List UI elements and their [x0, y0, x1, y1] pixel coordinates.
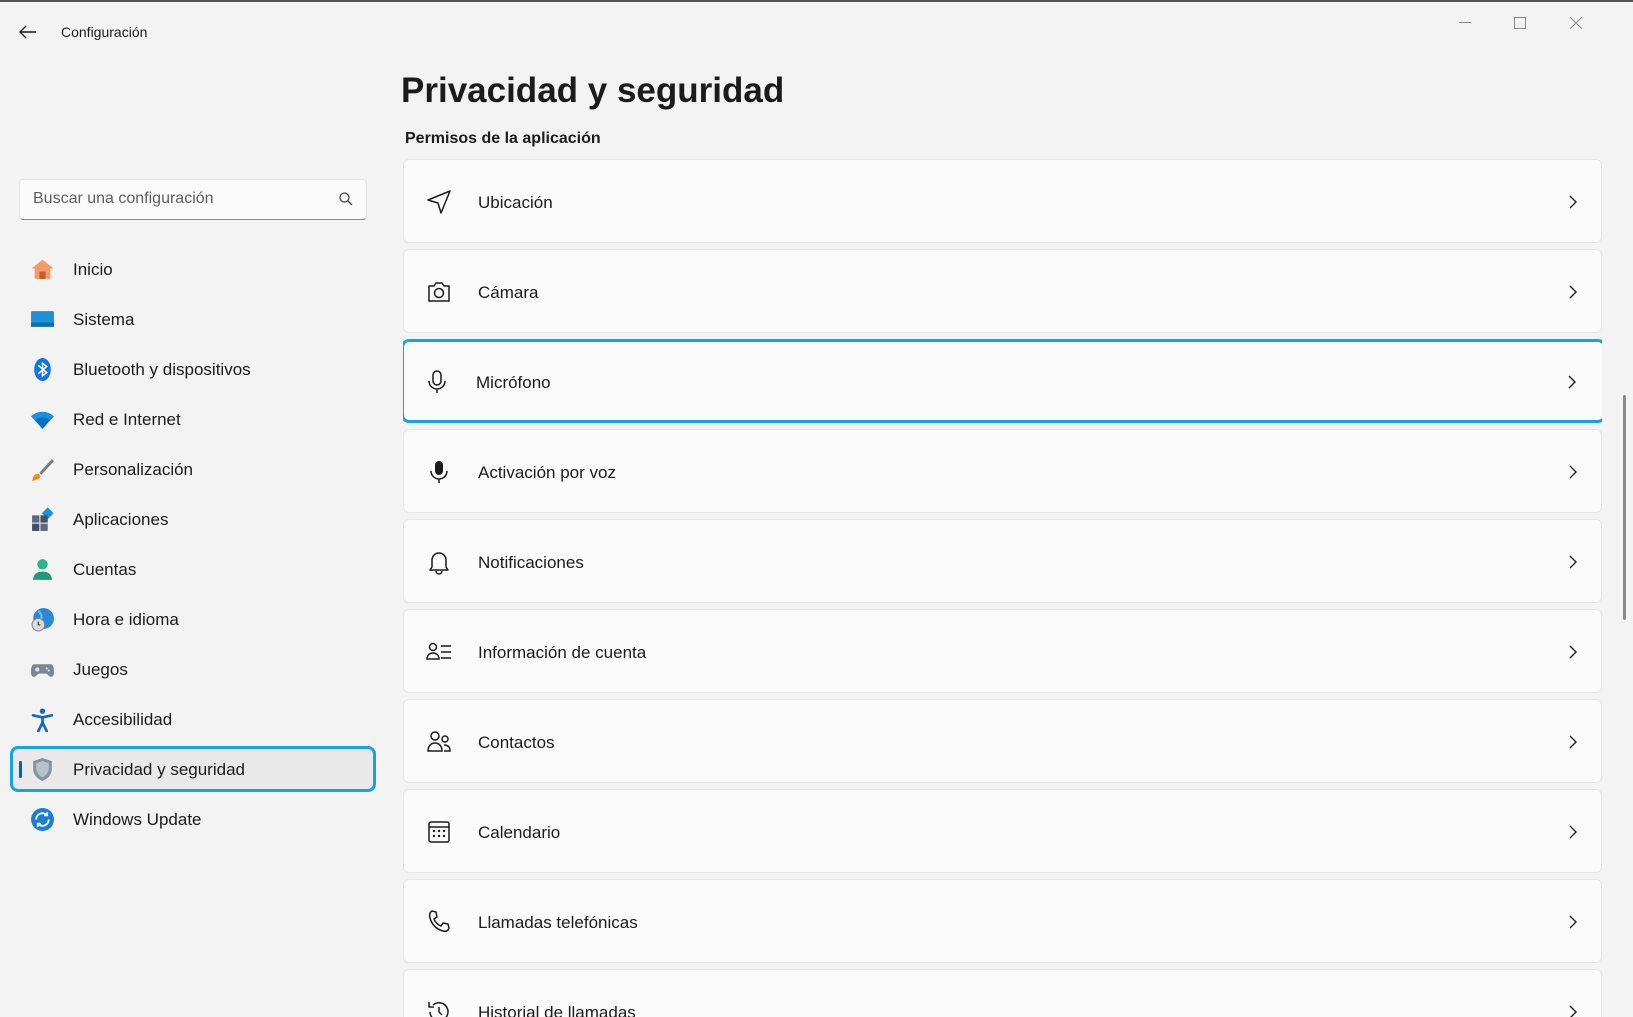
- sidebar-item-red[interactable]: Red e Internet: [10, 396, 376, 442]
- maximize-button[interactable]: [1497, 8, 1543, 38]
- apps-icon: [32, 507, 54, 531]
- sidebar-item-cuentas[interactable]: Cuentas: [10, 546, 376, 592]
- account-icon: [33, 559, 52, 580]
- time-language-icon: [31, 608, 54, 632]
- permission-label: Ubicación: [478, 193, 553, 212]
- permission-row-ubicacion[interactable]: Ubicación: [403, 159, 1602, 243]
- search-icon[interactable]: [338, 191, 354, 207]
- sidebar-item-label: Sistema: [73, 310, 135, 329]
- chevron-right-icon: [1569, 825, 1577, 839]
- sidebar-item-label: Bluetooth y dispositivos: [73, 360, 251, 379]
- chevron-right-icon: [1569, 285, 1577, 299]
- permission-row-historial-llamadas[interactable]: Historial de llamadas: [403, 969, 1602, 1017]
- chevron-right-icon: [1569, 915, 1577, 929]
- back-button[interactable]: [12, 16, 44, 48]
- permission-row-contactos[interactable]: Contactos: [403, 699, 1602, 783]
- permission-row-llamadas[interactable]: Llamadas telefónicas: [403, 879, 1602, 963]
- chevron-right-icon: [1569, 1005, 1577, 1017]
- minimize-button[interactable]: [1442, 8, 1488, 38]
- permission-row-calendario[interactable]: Calendario: [403, 789, 1602, 873]
- chevron-right-icon: [1569, 735, 1577, 749]
- voice-activation-icon: [430, 461, 448, 483]
- sidebar-item-bluetooth[interactable]: Bluetooth y dispositivos: [10, 346, 376, 392]
- update-icon: [31, 808, 54, 831]
- search-input[interactable]: [20, 180, 320, 218]
- sidebar-item-privacidad[interactable]: Privacidad y seguridad: [10, 746, 376, 792]
- app-title: Configuración: [61, 24, 148, 40]
- sidebar-item-label: Windows Update: [73, 810, 202, 829]
- gamepad-icon: [31, 664, 54, 677]
- sidebar-nav: Inicio Sistema Bluetooth y dispositivos …: [10, 246, 376, 846]
- chevron-right-icon: [1568, 375, 1576, 389]
- call-history-icon: [428, 1001, 449, 1017]
- sidebar-item-windows-update[interactable]: Windows Update: [10, 796, 376, 842]
- scrollbar[interactable]: [1623, 395, 1626, 620]
- wifi-icon: [31, 411, 54, 429]
- sidebar-item-hora[interactable]: Hora e idioma: [10, 596, 376, 642]
- permission-label: Activación por voz: [478, 463, 616, 482]
- chevron-right-icon: [1569, 645, 1577, 659]
- permission-label: Calendario: [478, 823, 561, 842]
- sidebar-item-label: Juegos: [73, 660, 128, 679]
- bell-icon: [429, 552, 449, 575]
- sidebar-item-inicio[interactable]: Inicio: [10, 246, 376, 292]
- selection-indicator: [19, 761, 22, 778]
- close-icon: [1570, 17, 1582, 29]
- sidebar-item-label: Privacidad y seguridad: [73, 760, 245, 779]
- title-bar: Configuración: [0, 2, 1633, 62]
- sidebar-item-label: Personalización: [73, 460, 194, 479]
- sidebar-item-aplicaciones[interactable]: Aplicaciones: [10, 496, 376, 542]
- contacts-icon: [427, 731, 451, 752]
- sidebar-item-sistema[interactable]: Sistema: [10, 296, 376, 342]
- permission-label: Notificaciones: [478, 553, 584, 572]
- microphone-icon: [428, 370, 446, 393]
- phone-icon: [428, 910, 450, 933]
- permission-row-microfono[interactable]: Micrófono: [403, 339, 1602, 423]
- accessibility-icon: [31, 708, 54, 732]
- location-icon: [427, 190, 451, 214]
- maximize-icon: [1514, 17, 1526, 29]
- sidebar-item-label: Inicio: [73, 260, 113, 279]
- sidebar-item-label: Cuentas: [73, 560, 137, 579]
- calendar-icon: [428, 821, 450, 843]
- close-button[interactable]: [1553, 8, 1599, 38]
- permission-label: Contactos: [478, 733, 555, 752]
- brush-icon: [32, 459, 54, 481]
- sidebar-item-juegos[interactable]: Juegos: [10, 646, 376, 692]
- permission-label: Información de cuenta: [478, 643, 647, 662]
- bluetooth-icon: [34, 358, 51, 381]
- home-icon: [31, 259, 54, 279]
- back-arrow-icon: [19, 25, 36, 39]
- page-title: Privacidad y seguridad: [401, 71, 785, 110]
- sidebar-item-label: Hora e idioma: [73, 610, 179, 629]
- minimize-icon: [1459, 22, 1471, 23]
- permission-label: Micrófono: [476, 373, 551, 392]
- sidebar-item-label: Accesibilidad: [73, 710, 173, 729]
- sidebar-item-label: Aplicaciones: [73, 510, 169, 529]
- section-title: Permisos de la aplicación: [405, 130, 601, 147]
- chevron-right-icon: [1569, 195, 1577, 209]
- sidebar-item-personalizacion[interactable]: Personalización: [10, 446, 376, 492]
- permission-row-camara[interactable]: Cámara: [403, 249, 1602, 333]
- permission-label: Cámara: [478, 283, 539, 302]
- search-box: [19, 179, 367, 220]
- permissions-list: Ubicación Cámara Micrófono Activación po…: [403, 159, 1602, 1017]
- permission-label: Historial de llamadas: [478, 1003, 636, 1017]
- permission-row-activacion-voz[interactable]: Activación por voz: [403, 429, 1602, 513]
- permission-row-notificaciones[interactable]: Notificaciones: [403, 519, 1602, 603]
- sidebar-item-accesibilidad[interactable]: Accesibilidad: [10, 696, 376, 742]
- shield-icon: [33, 758, 52, 781]
- chevron-right-icon: [1569, 555, 1577, 569]
- system-icon: [31, 311, 54, 327]
- camera-icon: [428, 282, 450, 302]
- account-info-icon: [426, 642, 451, 660]
- chevron-right-icon: [1569, 465, 1577, 479]
- sidebar-item-label: Red e Internet: [73, 410, 181, 429]
- permission-label: Llamadas telefónicas: [478, 913, 638, 932]
- permission-row-informacion-cuenta[interactable]: Información de cuenta: [403, 609, 1602, 693]
